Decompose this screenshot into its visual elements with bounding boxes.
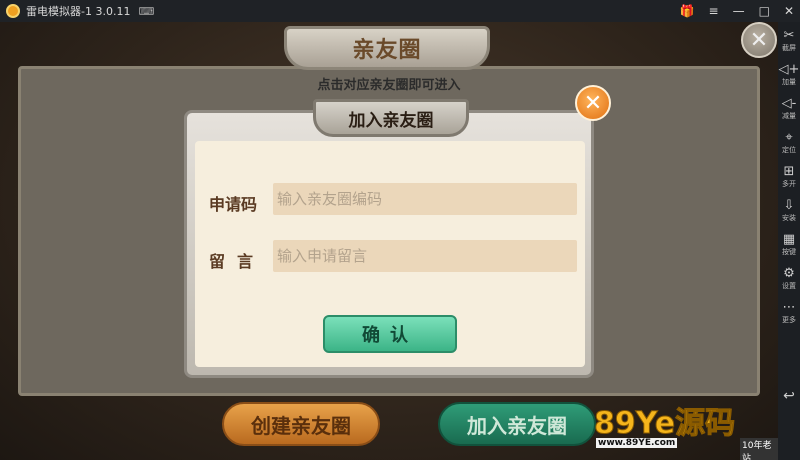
gear-icon: ⚙ bbox=[783, 266, 795, 281]
close-screen-button[interactable]: ✕ bbox=[741, 22, 777, 58]
minimize-button[interactable]: — bbox=[733, 4, 745, 18]
sidebar-item-multi-instance[interactable]: ⊞ 多开 bbox=[778, 164, 800, 198]
confirm-button[interactable]: 确认 bbox=[323, 315, 457, 353]
screen-title-tab: 亲友圈 bbox=[284, 26, 490, 70]
install-apk-icon: ⇩ bbox=[783, 198, 795, 213]
sidebar-item-more[interactable]: ⋯ 更多 bbox=[778, 300, 800, 334]
emulator-sidebar: ✂ 截屏 ◁+ 加量 ◁- 减量 ⌖ 定位 ⊞ 多开 ⇩ 安装 ▦ 按键 ⚙ 设… bbox=[778, 22, 800, 460]
join-circle-dialog: 加入亲友圈 ✕ 申请码 留言 确认 bbox=[184, 85, 611, 378]
volume-down-icon: ◁- bbox=[781, 96, 797, 111]
dialog-close-button[interactable]: ✕ bbox=[575, 85, 611, 121]
game-screen: 亲友圈 ✕ 点击对应亲友圈即可进入 创建亲友圈 加入亲友圈 加入亲友圈 ✕ 申请… bbox=[0, 22, 778, 460]
sidebar-item-label: 安装 bbox=[782, 214, 796, 222]
sidebar-item-label: 多开 bbox=[782, 180, 796, 188]
hint-text: 点击对应亲友圈即可进入 bbox=[317, 78, 461, 93]
scissors-icon: ✂ bbox=[783, 28, 795, 43]
dialog-title-tab: 加入亲友圈 bbox=[313, 99, 469, 137]
sidebar-item-settings[interactable]: ⚙ 设置 bbox=[778, 266, 800, 300]
volume-up-icon: ◁+ bbox=[778, 62, 800, 77]
sidebar-item-label: 设置 bbox=[782, 282, 796, 290]
application-code-input[interactable] bbox=[273, 183, 577, 215]
close-window-button[interactable]: ✕ bbox=[784, 4, 794, 18]
message-label: 留言 bbox=[209, 252, 266, 271]
keyboard-icon: ▦ bbox=[782, 232, 796, 247]
sidebar-item-label: 定位 bbox=[782, 146, 796, 154]
location-pin-icon: ⌖ bbox=[785, 130, 793, 145]
sidebar-item-location[interactable]: ⌖ 定位 bbox=[778, 130, 800, 164]
back-arrow-icon[interactable]: ↩ bbox=[783, 388, 795, 404]
watermark: 89Ye源码 www.89YE.com 10年老站 bbox=[593, 398, 778, 460]
sidebar-item-label: 加量 bbox=[782, 78, 796, 86]
sidebar-item-volume-down[interactable]: ◁- 减量 bbox=[778, 96, 800, 130]
screen-title: 亲友圈 bbox=[352, 38, 422, 63]
message-input[interactable] bbox=[273, 240, 577, 272]
watermark-logo: 89Ye源码 bbox=[593, 406, 736, 442]
close-icon: ✕ bbox=[749, 27, 769, 53]
create-circle-label: 创建亲友圈 bbox=[251, 413, 351, 438]
emulator-logo-icon bbox=[6, 4, 20, 18]
emulator-titlebar: 雷电模拟器-1 3.0.11 ⌨ 🎁 ≡ — □ ✕ bbox=[0, 0, 800, 22]
sidebar-item-volume-up[interactable]: ◁+ 加量 bbox=[778, 62, 800, 96]
window-title: 雷电模拟器-1 3.0.11 bbox=[26, 5, 131, 18]
sidebar-item-label: 更多 bbox=[782, 316, 796, 324]
sidebar-item-label: 减量 bbox=[782, 112, 796, 120]
watermark-url: www.89YE.com bbox=[596, 438, 678, 448]
dialog-body: 申请码 留言 确认 bbox=[195, 141, 585, 367]
close-icon: ✕ bbox=[583, 90, 603, 116]
confirm-label: 确认 bbox=[362, 325, 418, 346]
gift-icon[interactable]: 🎁 bbox=[680, 4, 695, 18]
sidebar-item-install[interactable]: ⇩ 安装 bbox=[778, 198, 800, 232]
sidebar-item-label: 截屏 bbox=[782, 44, 796, 52]
application-code-label: 申请码 bbox=[209, 195, 258, 214]
more-dots-icon: ⋯ bbox=[782, 300, 796, 315]
sidebar-item-keymap[interactable]: ▦ 按键 bbox=[778, 232, 800, 266]
sidebar-item-screenshot[interactable]: ✂ 截屏 bbox=[778, 28, 800, 62]
maximize-button[interactable]: □ bbox=[759, 4, 770, 18]
watermark-tag: 10年老站 bbox=[740, 438, 778, 460]
join-circle-button[interactable]: 加入亲友圈 bbox=[438, 402, 596, 446]
window-controls: 🎁 ≡ — □ ✕ bbox=[680, 0, 794, 22]
join-circle-label: 加入亲友圈 bbox=[467, 413, 567, 438]
multi-window-icon: ⊞ bbox=[783, 164, 795, 179]
dialog-title: 加入亲友圈 bbox=[348, 110, 434, 131]
gamepad-icon[interactable]: ⌨ bbox=[138, 5, 154, 18]
menu-icon[interactable]: ≡ bbox=[709, 4, 719, 18]
create-circle-button[interactable]: 创建亲友圈 bbox=[222, 402, 380, 446]
sidebar-item-label: 按键 bbox=[782, 248, 796, 256]
